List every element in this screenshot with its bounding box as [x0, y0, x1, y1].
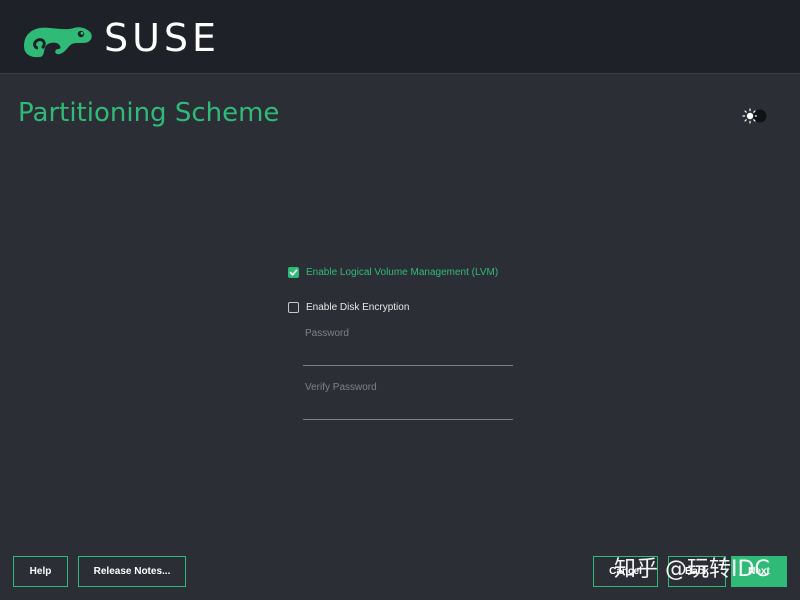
help-button[interactable]: Help: [13, 556, 68, 587]
password-label: Password: [305, 328, 349, 339]
password-field: Password: [303, 328, 517, 366]
checkmark-icon: [289, 269, 298, 276]
release-notes-button[interactable]: Release Notes...: [78, 556, 186, 587]
brand-name: SUSE: [104, 16, 221, 60]
next-button[interactable]: Next: [731, 556, 787, 587]
verify-password-input[interactable]: [303, 396, 517, 420]
page-title: Partitioning Scheme: [18, 98, 280, 128]
verify-password-field: Verify Password: [303, 382, 517, 420]
encryption-checkbox-row[interactable]: Enable Disk Encryption: [288, 302, 409, 313]
encryption-label: Enable Disk Encryption: [306, 302, 410, 313]
cancel-button[interactable]: Cancel: [593, 556, 658, 587]
password-input[interactable]: [303, 342, 517, 366]
encryption-checkbox[interactable]: [288, 302, 299, 313]
lvm-label: Enable Logical Volume Management (LVM): [306, 267, 499, 278]
chameleon-logo-icon: [24, 27, 92, 58]
sun-moon-icon[interactable]: [741, 106, 769, 126]
lvm-checkbox-row[interactable]: Enable Logical Volume Management (LVM): [288, 267, 498, 278]
verify-password-label: Verify Password: [305, 382, 377, 393]
header-bar: SUSE: [0, 0, 800, 74]
back-button[interactable]: Back: [668, 556, 726, 587]
lvm-checkbox[interactable]: [288, 267, 299, 278]
installer-window: SUSE Partitioning Scheme Enable Logical …: [0, 0, 800, 600]
